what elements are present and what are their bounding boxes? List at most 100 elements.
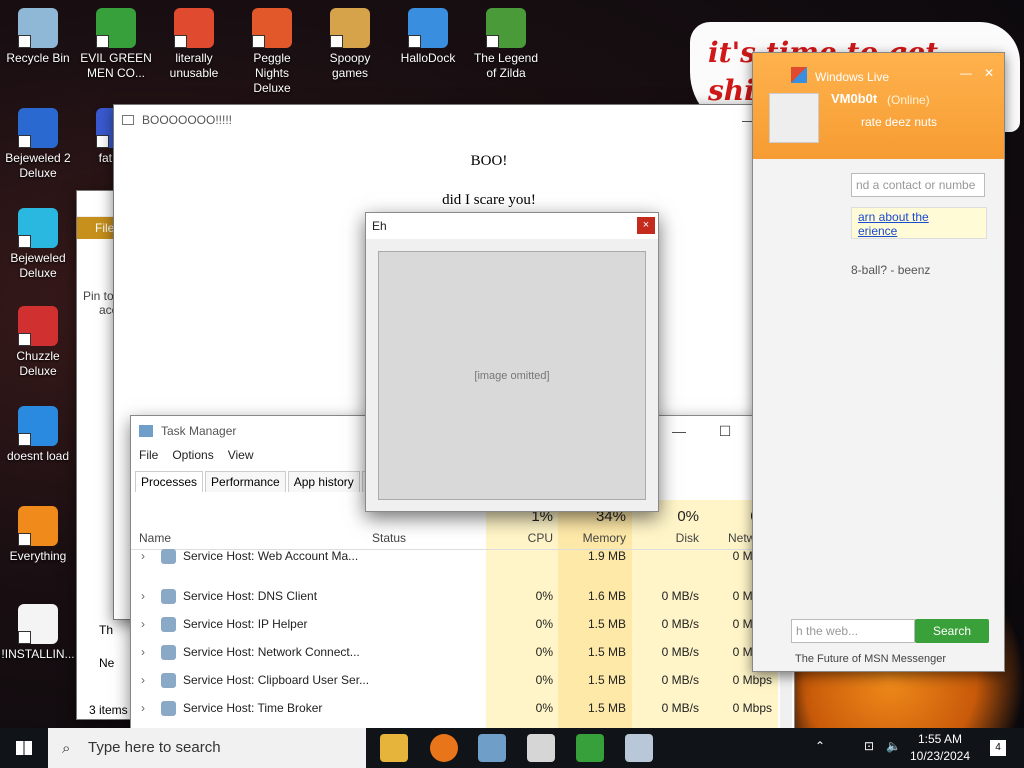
expand-chevron-icon[interactable]: › xyxy=(141,617,145,631)
gear-icon xyxy=(161,588,176,604)
table-row[interactable]: › Service Host: IP Helper 0% 1.5 MB 0 MB/s 0 … xyxy=(131,610,780,638)
table-row[interactable]: › Service Host: Clipboard User Ser... 0% 1.… xyxy=(131,666,780,694)
messenger-window: Windows Live — ✕ VM0b0t (Online) rate de… xyxy=(752,52,1005,672)
clock-date[interactable]: 10/23/2024 xyxy=(906,749,974,763)
table-row[interactable]: › Service Host: DNS Client 0% 1.6 MB 0 MB/s 0… xyxy=(131,582,780,610)
desktop-icon-label: Spoopy games xyxy=(329,51,371,80)
volume-icon[interactable]: 🔈 xyxy=(886,739,901,753)
expand-chevron-icon[interactable]: › xyxy=(141,589,145,603)
desktop-icon-label: Recycle Bin xyxy=(6,51,70,65)
process-name: Service Host: Network Connect... xyxy=(183,645,360,659)
expand-chevron-icon[interactable]: › xyxy=(141,701,145,715)
notification-badge[interactable]: 4 xyxy=(990,740,1006,756)
personal-message[interactable]: rate deez nuts xyxy=(861,115,937,129)
expand-chevron-icon[interactable]: › xyxy=(141,549,145,563)
tab-processes[interactable]: Processes xyxy=(135,471,204,492)
dialog-taskbar-icon[interactable] xyxy=(625,734,653,762)
desktop-icon[interactable]: The Legend of Zilda xyxy=(469,8,543,81)
process-disk: 0 MB/s xyxy=(661,701,699,715)
desktop-icon[interactable]: Bejeweled 2 Deluxe xyxy=(1,108,75,181)
presence-status[interactable]: (Online) xyxy=(887,93,930,107)
process-disk: 0 MB/s xyxy=(661,589,699,603)
process-name: Service Host: Web Account Ma... xyxy=(183,549,359,563)
process-net: 0 Mbps xyxy=(732,673,772,687)
firefox-taskbar-icon[interactable] xyxy=(430,734,458,762)
process-disk: 0 MB/s xyxy=(661,617,699,631)
gear-icon xyxy=(161,644,176,660)
clock-time[interactable]: 1:55 AM xyxy=(912,732,968,746)
desktop-icon[interactable]: !INSTALLIN... xyxy=(1,604,75,662)
table-row[interactable]: › Service Host: Network Connect... 0% 1.5 M… xyxy=(131,638,780,666)
desktop-icon[interactable]: Everything xyxy=(1,506,75,564)
task-manager-taskbar-icon[interactable] xyxy=(478,734,506,762)
desktop-icon[interactable]: EVIL GREEN MEN CO... xyxy=(79,8,153,81)
app-icon xyxy=(486,8,526,48)
app-icon xyxy=(18,506,58,546)
start-button[interactable] xyxy=(0,728,48,768)
table-row[interactable]: › Service Host: Time Broker 0% 1.5 MB 0 MB/s… xyxy=(131,694,780,722)
learn-link[interactable]: arn about the xyxy=(858,210,980,224)
desktop-icon[interactable]: literally unusable xyxy=(157,8,231,81)
eh-close-button[interactable]: × xyxy=(637,217,655,234)
desktop-icon[interactable]: Bejeweled Deluxe xyxy=(1,208,75,281)
tm-minimize-button[interactable]: — xyxy=(656,416,702,446)
desktop-icon[interactable]: Chuzzle Deluxe xyxy=(1,306,75,379)
messenger-logo-icon xyxy=(791,67,807,83)
app-icon xyxy=(18,208,58,248)
tm-tabs: Processes Performance App history St xyxy=(135,471,387,492)
network-item[interactable]: Ne xyxy=(99,656,114,670)
chevron-up-icon[interactable]: ⌃ xyxy=(815,739,825,753)
contact-search-input[interactable]: nd a contact or numbe xyxy=(851,173,985,197)
expand-chevron-icon[interactable]: › xyxy=(141,645,145,659)
eh-title: Eh xyxy=(366,213,658,239)
task-manager-icon xyxy=(139,425,153,437)
desktop-icon-label: literally unusable xyxy=(169,51,219,80)
messenger-taskbar-icon[interactable] xyxy=(576,734,604,762)
file-explorer-taskbar-icon[interactable] xyxy=(380,734,408,762)
process-name: Service Host: DNS Client xyxy=(183,589,318,603)
tm-menu: File Options View xyxy=(139,448,254,462)
process-disk: 0 MB/s xyxy=(661,673,699,687)
web-search-button[interactable]: Search xyxy=(915,619,989,643)
desktop-icon[interactable]: Spoopy games xyxy=(313,8,387,81)
app-icon xyxy=(408,8,448,48)
gear-icon xyxy=(161,700,176,716)
this-pc-item[interactable]: Th xyxy=(99,623,113,637)
desktop-icon-label: !INSTALLIN... xyxy=(1,647,75,661)
tab-app-history[interactable]: App history xyxy=(287,471,360,492)
expand-chevron-icon[interactable]: › xyxy=(141,673,145,687)
menu-view[interactable]: View xyxy=(228,448,254,462)
msn-minimize-button[interactable]: — xyxy=(960,66,972,80)
process-mem: 1.5 MB xyxy=(587,645,626,659)
user-name[interactable]: VM0b0t xyxy=(831,91,877,106)
status-bar: 3 items xyxy=(89,703,128,717)
menu-file[interactable]: File xyxy=(139,448,158,462)
boo-app-taskbar-icon[interactable] xyxy=(527,734,555,762)
msn-close-button[interactable]: ✕ xyxy=(984,66,994,80)
desktop-icon[interactable]: doesnt load xyxy=(1,406,75,464)
process-name: Service Host: Time Broker xyxy=(183,701,323,715)
window-icon xyxy=(122,115,134,125)
process-mem: 1.5 MB xyxy=(587,673,626,687)
learn-link-2[interactable]: erience xyxy=(858,224,980,238)
gear-icon xyxy=(161,616,176,632)
gear-icon xyxy=(161,672,176,688)
app-icon xyxy=(174,8,214,48)
process-name: Service Host: Clipboard User Ser... xyxy=(183,673,370,687)
table-row[interactable]: › Service Host: Web Account Ma... 1.9 MB 0 … xyxy=(131,542,780,570)
image-placeholder: [image omitted] xyxy=(378,251,646,500)
tab-performance[interactable]: Performance xyxy=(205,471,286,492)
desktop-icon[interactable]: HalloDock xyxy=(391,8,465,66)
avatar[interactable] xyxy=(769,93,819,143)
tm-maximize-button[interactable]: ☐ xyxy=(702,416,748,446)
desktop-icon[interactable]: Recycle Bin xyxy=(1,8,75,66)
app-icon xyxy=(18,108,58,148)
desktop-icon[interactable]: Peggle Nights Deluxe xyxy=(235,8,309,96)
taskbar-search-input[interactable]: Type here to search xyxy=(48,728,366,768)
app-icon xyxy=(252,8,292,48)
menu-options[interactable]: Options xyxy=(172,448,213,462)
pin-label[interactable]: Pin to xyxy=(83,289,114,303)
network-icon[interactable]: ⊡ xyxy=(864,739,874,753)
process-cpu: 0% xyxy=(535,673,553,687)
web-search-input[interactable]: h the web... xyxy=(791,619,915,643)
